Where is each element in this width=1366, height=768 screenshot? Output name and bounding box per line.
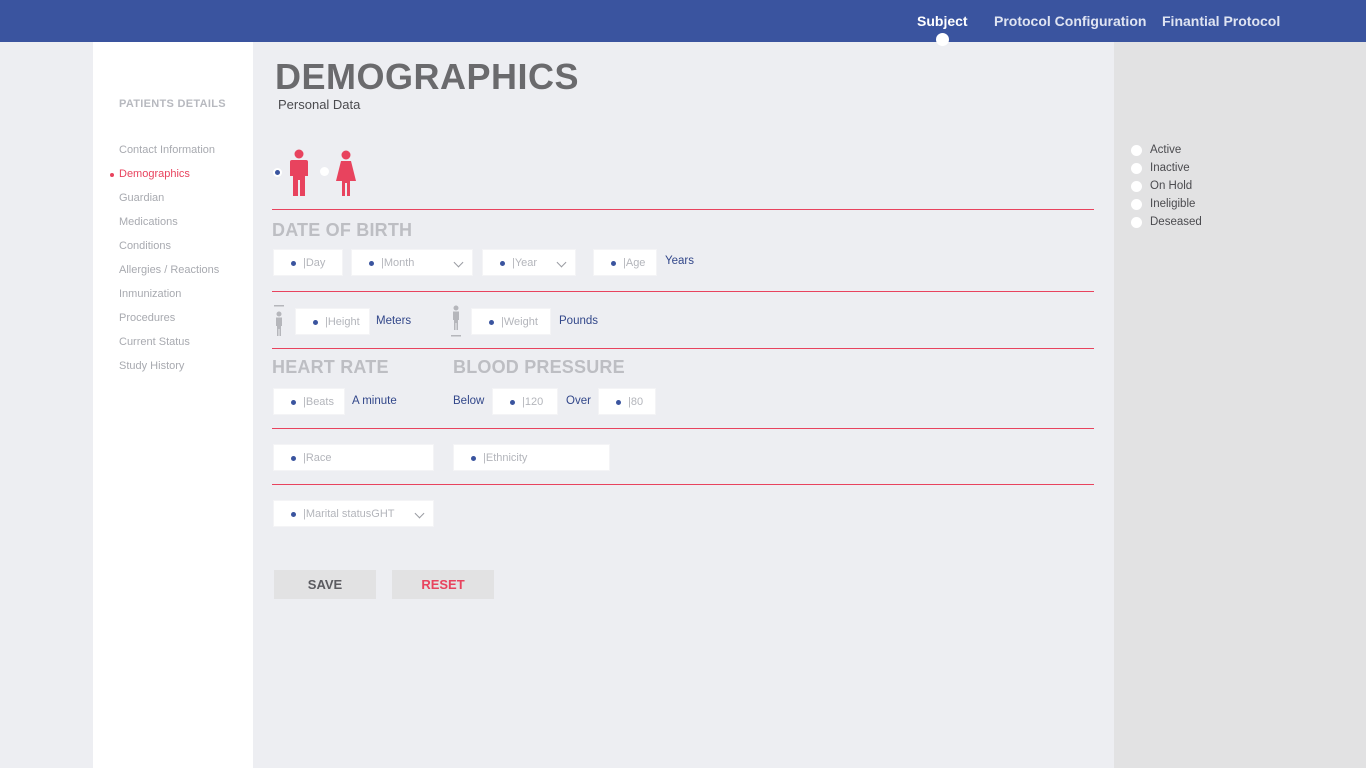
- height-unit-label: Meters: [376, 315, 412, 327]
- diastolic-input[interactable]: |80: [598, 388, 656, 415]
- weight-input[interactable]: |Weight: [471, 308, 551, 335]
- day-input[interactable]: |Day: [273, 249, 343, 276]
- status-label: Active: [1150, 144, 1182, 156]
- ethnicity-placeholder: |Ethnicity: [483, 452, 528, 464]
- date-of-birth-title: DATE OF BIRTH: [272, 220, 413, 240]
- age-unit-label: Years: [665, 255, 694, 267]
- active-tab-indicator: [936, 33, 950, 46]
- heart-rate-title: HEART RATE: [272, 357, 389, 377]
- nav-tab-label: Protocol Configuration: [994, 13, 1147, 29]
- month-placeholder: |Month: [381, 257, 415, 269]
- status-radio[interactable]: [1131, 180, 1142, 192]
- systolic-input[interactable]: |120: [492, 388, 558, 415]
- ethnicity-input[interactable]: |Ethnicity: [453, 444, 610, 471]
- input-dot: [616, 400, 621, 405]
- day-placeholder: |Day: [303, 257, 326, 269]
- input-dot: [500, 261, 505, 266]
- input-dot: [611, 261, 616, 266]
- input-dot: [471, 456, 476, 461]
- chevron-down-icon: [556, 257, 567, 268]
- status-label: Ineligible: [1150, 198, 1196, 210]
- blood-pressure-title: BLOOD PRESSURE: [453, 357, 625, 377]
- sidebar-item-allergies-reactions[interactable]: Allergies / Reactions: [119, 264, 219, 276]
- status-option-on-hold[interactable]: On Hold: [1131, 180, 1192, 192]
- month-select[interactable]: |Month: [351, 249, 473, 276]
- beats-unit-label: A minute: [352, 395, 397, 407]
- input-dot: [510, 400, 515, 405]
- nav-tab-label: Finantial Protocol: [1162, 13, 1281, 29]
- input-dot: [291, 400, 296, 405]
- status-radio[interactable]: [1131, 198, 1142, 210]
- male-figure-icon[interactable]: [289, 149, 309, 197]
- weight-figure-icon: [451, 305, 461, 337]
- weight-placeholder: |Weight: [501, 316, 538, 328]
- nav-tab-subject[interactable]: Subject: [917, 0, 968, 46]
- female-figure-icon[interactable]: [335, 150, 357, 197]
- status-label: Inactive: [1150, 162, 1190, 174]
- weight-unit-label: Pounds: [559, 315, 599, 327]
- page-title: DEMOGRAPHICS: [275, 56, 580, 97]
- input-dot: [291, 261, 296, 266]
- nav-tab-label: Subject: [917, 13, 968, 29]
- sidebar-item-demographics[interactable]: Demographics: [110, 168, 190, 180]
- status-option-ineligible[interactable]: Ineligible: [1131, 198, 1195, 210]
- height-figure-icon: [274, 305, 284, 336]
- race-input[interactable]: |Race: [273, 444, 434, 471]
- sidebar-item-current-status[interactable]: Current Status: [119, 336, 190, 348]
- status-option-deseased[interactable]: Deseased: [1131, 216, 1202, 228]
- age-input[interactable]: |Age: [593, 249, 657, 276]
- sidebar-item-contact-information[interactable]: Contact Information: [119, 144, 215, 156]
- chevron-down-icon: [453, 257, 464, 268]
- page-subtitle: Personal Data: [278, 97, 361, 112]
- sidebar-item-study-history[interactable]: Study History: [119, 360, 184, 372]
- nav-tab-finantial-protocol[interactable]: Finantial Protocol: [1162, 0, 1280, 42]
- gender-female-radio[interactable]: [320, 167, 329, 176]
- input-dot: [313, 320, 318, 325]
- marital-status-select[interactable]: |Marital statusGHT: [273, 500, 434, 527]
- gender-male-radio[interactable]: [273, 168, 282, 177]
- input-dot: [291, 456, 296, 461]
- height-placeholder: |Height: [325, 316, 360, 328]
- year-select[interactable]: |Year: [482, 249, 576, 276]
- height-input[interactable]: |Height: [295, 308, 370, 335]
- section-divider: [272, 209, 1094, 210]
- section-divider: [272, 291, 1094, 292]
- systolic-placeholder: |120: [522, 396, 544, 408]
- input-dot: [291, 512, 296, 517]
- beats-placeholder: |Beats: [303, 396, 334, 408]
- nav-tab-protocol-configuration[interactable]: Protocol Configuration: [994, 0, 1146, 42]
- sidebar-item-inmunization[interactable]: Inmunization: [119, 288, 181, 300]
- status-radio[interactable]: [1131, 216, 1142, 228]
- chevron-down-icon: [414, 508, 425, 519]
- section-divider: [272, 348, 1094, 349]
- diastolic-placeholder: |80: [628, 396, 644, 408]
- sidebar-item-medications[interactable]: Medications: [119, 216, 178, 228]
- sidebar-item-label: Demographics: [119, 168, 190, 180]
- active-item-bullet: [110, 173, 114, 177]
- reset-button[interactable]: RESET: [392, 570, 494, 599]
- input-dot: [369, 261, 374, 266]
- status-label: Deseased: [1150, 216, 1202, 228]
- status-label: On Hold: [1150, 180, 1193, 192]
- save-button[interactable]: SAVE: [274, 570, 376, 599]
- sidebar-heading: PATIENTS DETAILS: [119, 98, 226, 110]
- section-divider: [272, 484, 1094, 485]
- age-placeholder: |Age: [623, 257, 646, 269]
- beats-input[interactable]: |Beats: [273, 388, 345, 415]
- marital-status-placeholder: |Marital statusGHT: [303, 508, 395, 520]
- section-divider: [272, 428, 1094, 429]
- year-placeholder: |Year: [512, 257, 538, 269]
- sidebar-item-procedures[interactable]: Procedures: [119, 312, 175, 324]
- input-dot: [489, 320, 494, 325]
- status-radio[interactable]: [1131, 144, 1142, 156]
- race-placeholder: |Race: [303, 452, 332, 464]
- status-option-active[interactable]: Active: [1131, 144, 1181, 156]
- status-option-inactive[interactable]: Inactive: [1131, 162, 1190, 174]
- over-label: Over: [566, 395, 591, 407]
- status-radio[interactable]: [1131, 162, 1142, 174]
- sidebar-item-guardian[interactable]: Guardian: [119, 192, 164, 204]
- sidebar-item-conditions[interactable]: Conditions: [119, 240, 171, 252]
- below-label: Below: [453, 395, 485, 407]
